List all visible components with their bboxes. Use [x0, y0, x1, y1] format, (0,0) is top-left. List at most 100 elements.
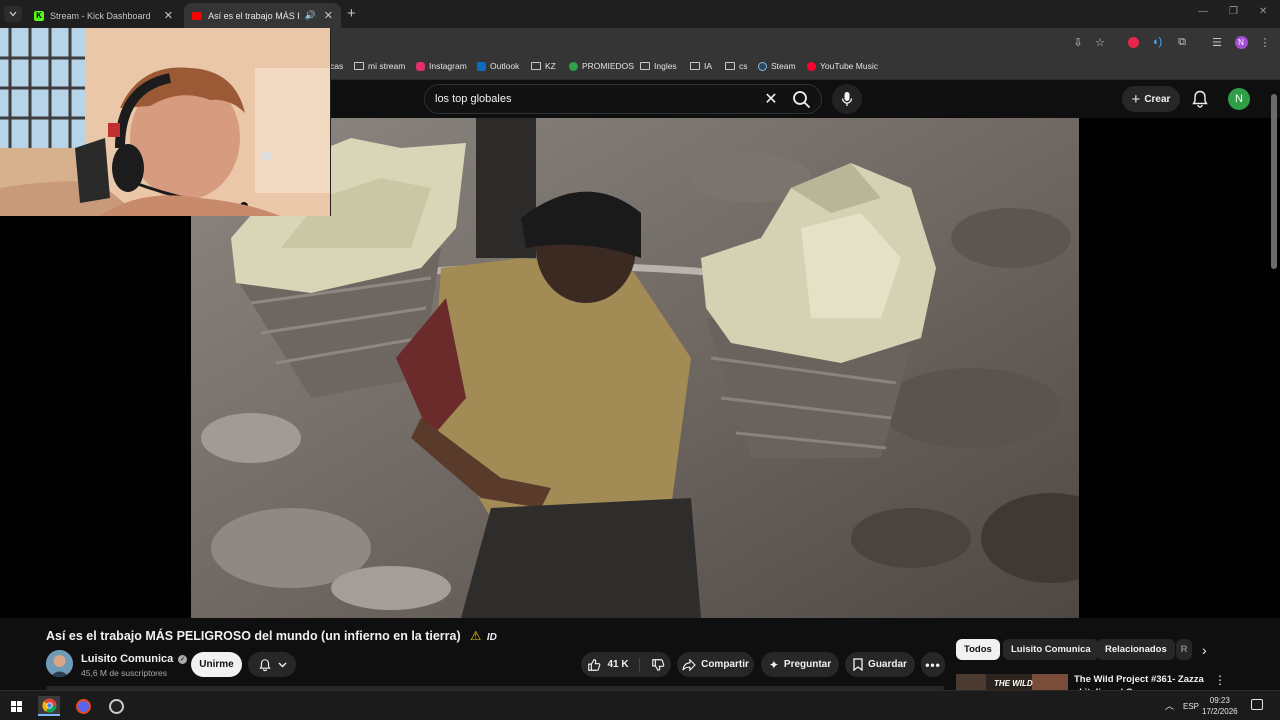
recommendation-thumbnail[interactable]: THE WILD: [956, 674, 1068, 690]
share-icon: [682, 658, 696, 671]
ask-button[interactable]: ✦ Preguntar: [761, 652, 839, 677]
chip-partial[interactable]: R: [1176, 639, 1192, 660]
subscription-bell-button[interactable]: [248, 652, 296, 677]
channel-avatar[interactable]: [46, 650, 73, 677]
search-icon[interactable]: [791, 89, 813, 111]
bookmark-icon: [853, 658, 863, 671]
webcam-overlay: [0, 28, 331, 216]
tab-title: Así es el trabajo MÁS PELIGR: [208, 10, 298, 21]
tab-youtube-video[interactable]: Así es el trabajo MÁS PELIGR 🔊 ✕: [184, 3, 341, 28]
tab-search-button[interactable]: [4, 6, 22, 22]
bookmark-item[interactable]: cs: [725, 61, 748, 71]
recommendation-thumbnail-image: THE WILD: [956, 674, 1068, 690]
speaker-icon[interactable]: 🔊: [305, 10, 316, 21]
notifications-icon[interactable]: [1251, 699, 1263, 710]
search-input[interactable]: los top globales: [435, 93, 511, 105]
outlook-icon: [477, 61, 486, 71]
search-box[interactable]: los top globales ✕: [424, 84, 822, 114]
close-icon[interactable]: ✕: [164, 9, 173, 22]
more-horizontal-icon: •••: [925, 657, 941, 672]
bookmark-item[interactable]: YouTube Music: [807, 61, 878, 71]
video-title-row: Así es el trabajo MÁS PELIGROSO del mund…: [46, 628, 497, 643]
bookmark-item[interactable]: Outlook: [477, 61, 519, 71]
clear-search-icon[interactable]: ✕: [761, 89, 781, 109]
chrome-taskbar-icon[interactable]: [38, 696, 60, 716]
bookmark-item[interactable]: PROMIEDOS: [569, 61, 634, 71]
more-actions-button[interactable]: •••: [921, 652, 945, 677]
bookmark-item[interactable]: IA: [690, 61, 712, 71]
channel-name[interactable]: Luisito Comunica: [81, 653, 173, 665]
extensions-puzzle-icon[interactable]: ⧉: [1174, 34, 1190, 50]
verified-check-icon: ✓: [178, 654, 188, 664]
tab-title: Stream - Kick Dashboard: [50, 10, 151, 21]
profile-avatar-icon[interactable]: N: [1233, 34, 1249, 50]
svg-text:THE WILD: THE WILD: [994, 679, 1033, 688]
account-avatar[interactable]: N: [1228, 88, 1250, 110]
restore-icon[interactable]: ❐: [1229, 6, 1238, 17]
promiedos-icon: [569, 61, 578, 71]
like-button[interactable]: 41 K: [587, 657, 640, 672]
close-icon[interactable]: ✕: [324, 9, 333, 22]
recommendation-menu-icon[interactable]: ⋮: [1214, 673, 1226, 687]
channel-avatar-image: [46, 650, 73, 677]
chip-channel[interactable]: Luisito Comunica: [1003, 639, 1099, 660]
like-dislike-group: 41 K: [581, 652, 671, 677]
steam-icon: [758, 61, 767, 71]
youtube-music-icon: [807, 61, 816, 71]
save-label: Guardar: [868, 659, 907, 670]
chevron-down-icon: [9, 11, 17, 17]
new-tab-button[interactable]: +: [347, 5, 356, 22]
webcam-feed-image: [0, 28, 330, 216]
page-scrollbar[interactable]: [1271, 94, 1277, 269]
input-language[interactable]: ESP: [1183, 702, 1199, 711]
extension-audio-icon[interactable]: ◖): [1149, 34, 1165, 50]
chip-all[interactable]: Todos: [956, 639, 1000, 660]
bookmark-item[interactable]: mi stream: [354, 61, 405, 71]
bookmark-item[interactable]: Instagram: [416, 61, 467, 71]
chip-related[interactable]: Relacionados: [1097, 639, 1175, 660]
create-label: Crear: [1144, 93, 1171, 105]
folder-icon: [690, 62, 700, 70]
thumbs-down-icon[interactable]: [651, 658, 665, 672]
clock-date: 17/2/2026: [1202, 707, 1238, 716]
tab-kick-dashboard[interactable]: K Stream - Kick Dashboard ✕: [26, 3, 181, 28]
youtube-icon: [192, 11, 203, 20]
bookmark-item[interactable]: KZ: [531, 61, 556, 71]
like-count: 41 K: [607, 659, 629, 670]
clock-time: 09:23: [1209, 696, 1230, 705]
extension-record-icon[interactable]: [1125, 34, 1141, 50]
bell-icon: [258, 658, 271, 671]
windows-taskbar: ︿ ESP 09:23 17/2/2026: [0, 690, 1280, 720]
discord-taskbar-icon[interactable]: [72, 696, 94, 716]
channel-name-row[interactable]: Luisito Comunica ✓: [81, 653, 188, 665]
install-app-icon[interactable]: ⇩: [1070, 34, 1086, 50]
bookmark-star-icon[interactable]: ☆: [1092, 34, 1108, 50]
save-button[interactable]: Guardar: [845, 652, 915, 677]
microphone-icon: [841, 92, 853, 106]
voice-search-button[interactable]: [832, 84, 862, 114]
bookmark-item[interactable]: cas: [330, 61, 343, 71]
window-close-icon[interactable]: ✕: [1259, 6, 1267, 17]
title-badge: ID: [486, 632, 497, 643]
folder-icon: [531, 62, 541, 70]
video-info-section: Así es el trabajo MÁS PELIGROSO del mund…: [0, 618, 1280, 690]
minimize-icon[interactable]: —: [1198, 6, 1208, 17]
windows-start-icon[interactable]: [5, 696, 27, 716]
obs-taskbar-icon[interactable]: [105, 696, 127, 716]
more-menu-icon[interactable]: ⋮: [1257, 34, 1273, 50]
bookmark-item[interactable]: Ingles: [640, 61, 677, 71]
plus-icon: +: [1131, 90, 1141, 108]
system-clock[interactable]: 09:23 17/2/2026: [1202, 695, 1238, 717]
bookmark-item[interactable]: Steam: [758, 61, 796, 71]
instagram-icon: [416, 61, 425, 71]
recommendation-title[interactable]: The Wild Project #361- Zazza el italiano…: [1074, 673, 1210, 690]
share-button[interactable]: Compartir: [677, 652, 754, 677]
tray-expand-icon[interactable]: ︿: [1165, 699, 1174, 712]
chips-next-icon[interactable]: ›: [1202, 642, 1207, 658]
video-title: Así es el trabajo MÁS PELIGROSO del mund…: [46, 629, 461, 643]
notifications-bell-icon[interactable]: [1190, 89, 1210, 109]
media-control-icon[interactable]: ☰: [1209, 34, 1225, 50]
join-button[interactable]: Unirme: [191, 652, 242, 677]
create-button[interactable]: + Crear: [1122, 86, 1180, 112]
ask-label: Preguntar: [783, 659, 832, 670]
